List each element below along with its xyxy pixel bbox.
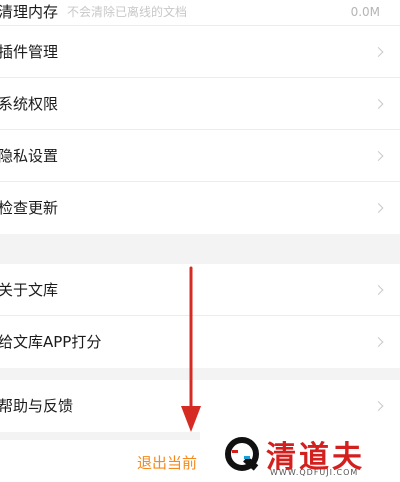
settings-item-label: 关于文库 [0, 281, 59, 299]
chevron-right-icon [373, 150, 384, 161]
settings-item-privacy[interactable]: 隐私设置 [0, 130, 400, 182]
clear-cache-hint: 不会清除已离线的文档 [67, 5, 188, 19]
settings-item-label: 隐私设置 [0, 147, 59, 165]
settings-item-label: 检查更新 [0, 199, 59, 217]
settings-item-check-update[interactable]: 检查更新 [0, 182, 400, 234]
watermark-url: WWW.QDFUJI.COM [270, 468, 359, 477]
settings-item-plugins[interactable]: 插件管理 [0, 26, 400, 78]
chevron-right-icon [373, 98, 384, 109]
clear-cache-label: 清理内存 [0, 3, 59, 21]
clear-cache-row[interactable]: 清理内存 不会清除已离线的文档 0.0M [0, 0, 400, 26]
settings-group-1: 清理内存 不会清除已离线的文档 0.0M 插件管理 系统权限 隐私设置 检查更新 [0, 0, 400, 234]
settings-item-label: 系统权限 [0, 95, 59, 113]
watermark: 清道夫 WWW.QDFUJI.COM [200, 428, 400, 482]
settings-item-label: 插件管理 [0, 43, 59, 61]
cache-size-value: 0.0M [350, 5, 380, 19]
logout-label: 退出当前 [137, 454, 198, 472]
settings-item-label: 帮助与反馈 [0, 397, 74, 415]
chevron-right-icon [373, 46, 384, 57]
chevron-right-icon [373, 401, 384, 411]
chevron-right-icon [373, 203, 384, 213]
chevron-right-icon [373, 337, 384, 347]
red-arrow-annotation [181, 266, 201, 432]
settings-item-permissions[interactable]: 系统权限 [0, 78, 400, 130]
settings-item-label: 给文库APP打分 [0, 333, 102, 351]
chevron-right-icon [373, 284, 384, 295]
watermark-logo-icon [225, 437, 259, 471]
